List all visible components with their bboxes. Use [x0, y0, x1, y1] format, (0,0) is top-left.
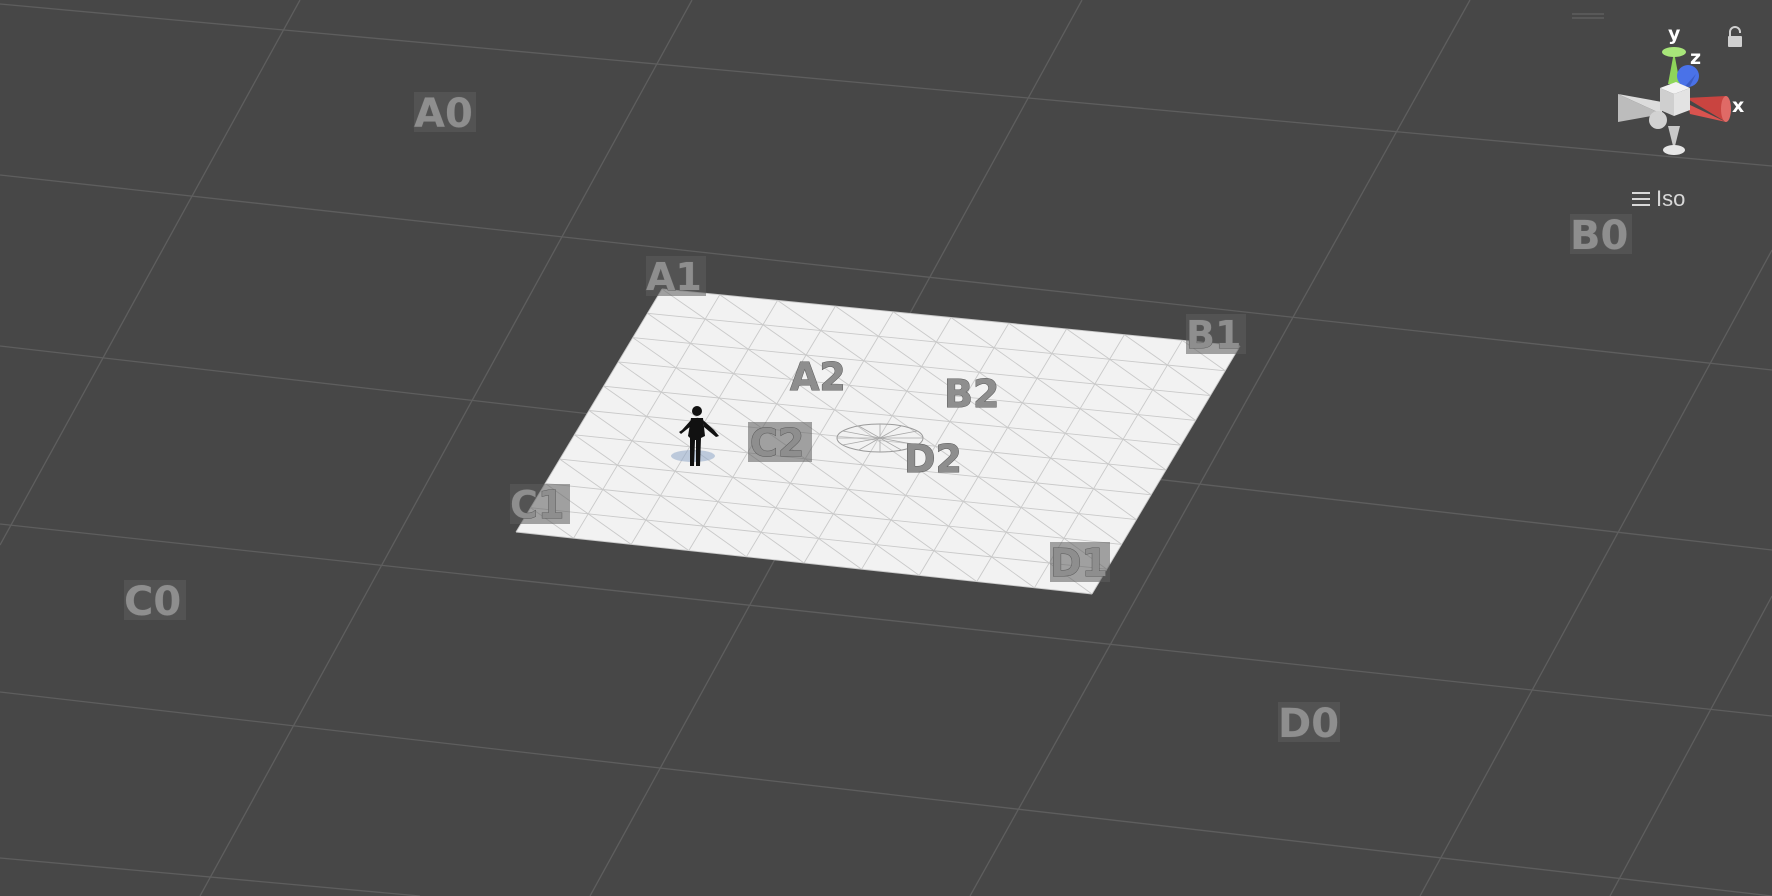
- marker-a1[interactable]: A1: [646, 255, 706, 300]
- grid-line: [0, 3, 1772, 167]
- projection-label: Iso: [1656, 186, 1686, 211]
- projection-toggle[interactable]: Iso: [1632, 186, 1685, 212]
- marker-d1[interactable]: D1: [1050, 541, 1110, 586]
- marker-c2[interactable]: C2: [748, 421, 812, 466]
- svg-text:D0: D0: [1278, 701, 1339, 747]
- drag-handle[interactable]: [1572, 12, 1604, 20]
- gizmo-neg-z-axis-sphere[interactable]: [1649, 111, 1667, 129]
- gizmo-x-label: x: [1732, 95, 1744, 117]
- gizmo-y-label: y: [1668, 23, 1681, 45]
- ground-plane[interactable]: [515, 288, 1241, 595]
- hamburger-menu-icon: [1632, 192, 1650, 206]
- marker-b2[interactable]: B2: [944, 372, 1000, 417]
- gizmo-z-label: z: [1690, 47, 1701, 69]
- marker-b1[interactable]: B1: [1186, 313, 1246, 358]
- marker-a0[interactable]: A0: [414, 91, 476, 138]
- svg-text:D1: D1: [1050, 541, 1108, 585]
- scene-view[interactable]: A0 B0 C0 D0 A1 B1 C1 D1 A2 B2 C2 D2 y z …: [0, 0, 1772, 896]
- svg-text:D2: D2: [904, 437, 962, 481]
- svg-text:B2: B2: [944, 372, 999, 416]
- marker-d2[interactable]: D2: [904, 437, 963, 482]
- gizmo-center-cube[interactable]: [1660, 82, 1690, 116]
- svg-text:A1: A1: [646, 255, 702, 299]
- svg-text:A0: A0: [414, 91, 473, 137]
- gizmo-neg-y-axis-cone[interactable]: [1663, 126, 1685, 155]
- svg-text:A2: A2: [790, 355, 846, 399]
- marker-c0[interactable]: C0: [124, 579, 186, 626]
- grid-line: [1419, 249, 1772, 896]
- marker-a2[interactable]: A2: [790, 355, 847, 400]
- svg-text:B1: B1: [1186, 313, 1241, 357]
- grid-line: [0, 0, 301, 546]
- grid-line: [0, 691, 1772, 896]
- lock-icon[interactable]: [1726, 26, 1744, 48]
- grid-line: [1609, 595, 1772, 896]
- svg-text:C0: C0: [124, 579, 181, 625]
- marker-d0[interactable]: D0: [1278, 701, 1340, 748]
- scene-canvas[interactable]: A0 B0 C0 D0 A1 B1 C1 D1 A2 B2 C2 D2: [0, 0, 1772, 896]
- marker-c1[interactable]: C1: [510, 483, 570, 528]
- gizmo-x-axis-cone[interactable]: [1686, 96, 1731, 122]
- svg-text:C1: C1: [510, 483, 564, 527]
- ground-plane-surface[interactable]: [516, 289, 1240, 594]
- marker-b0[interactable]: B0: [1570, 213, 1632, 260]
- svg-text:B0: B0: [1570, 213, 1628, 259]
- svg-text:C2: C2: [750, 421, 804, 465]
